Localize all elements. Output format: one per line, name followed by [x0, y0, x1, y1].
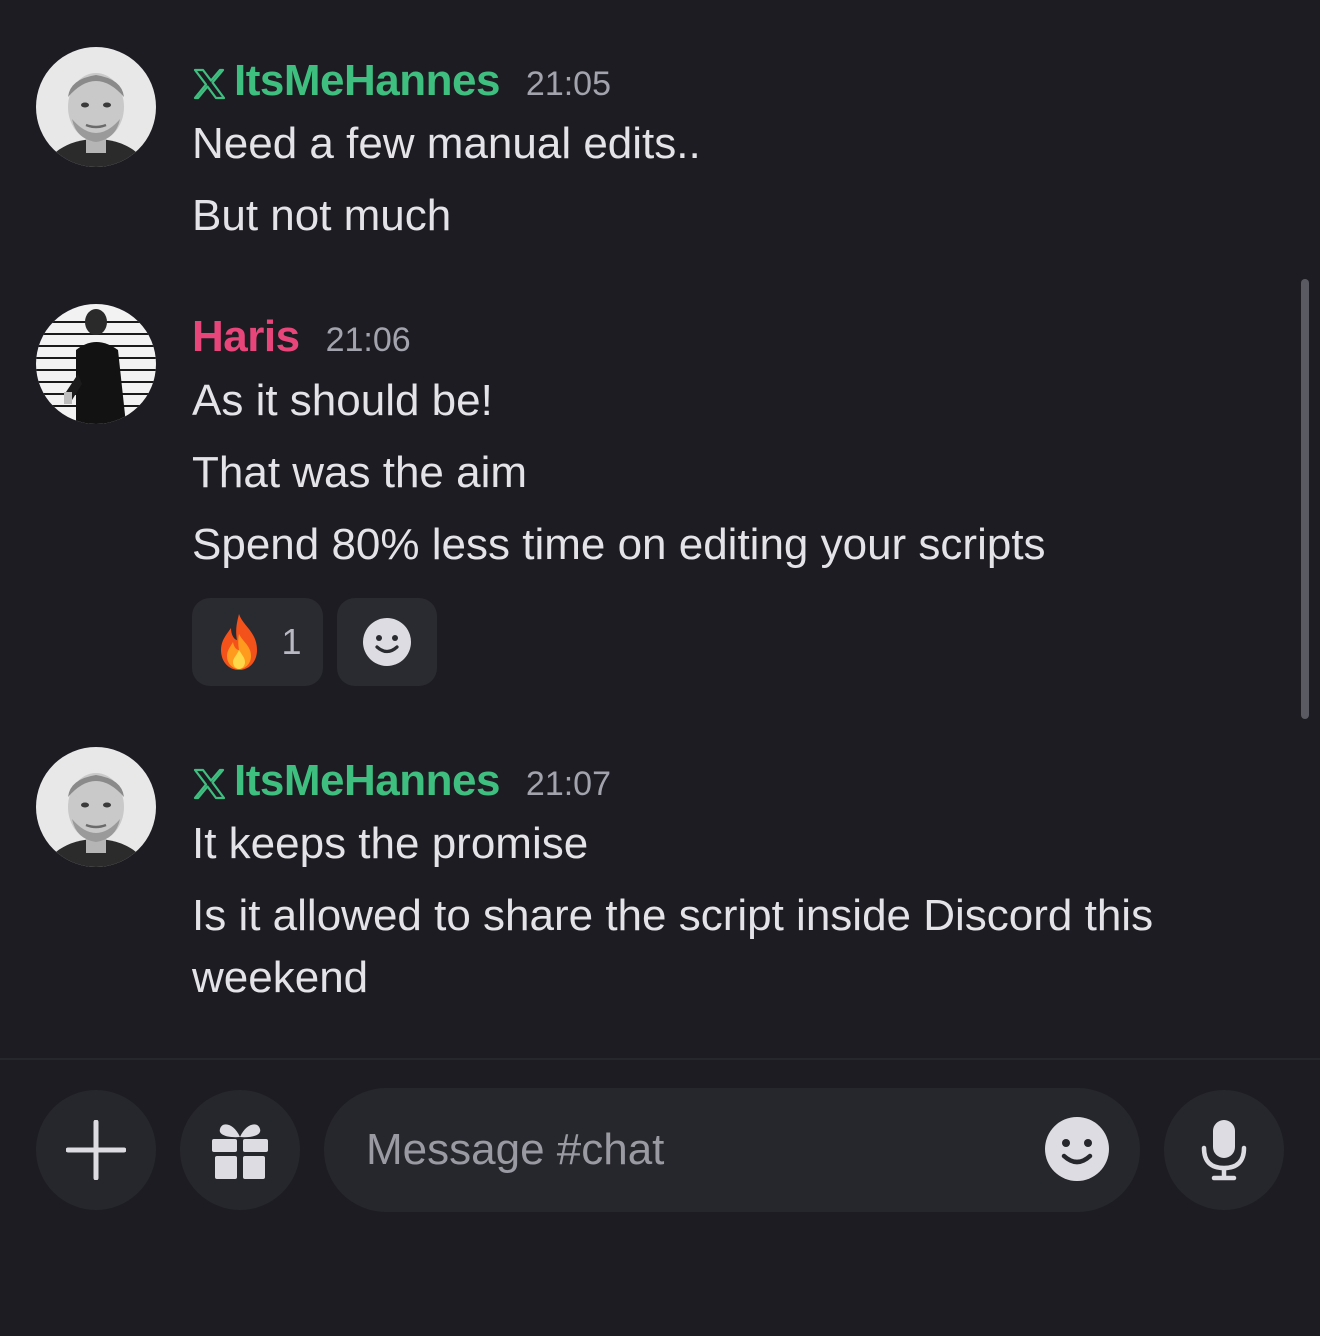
- add-reaction-icon: [363, 618, 411, 666]
- message-text: As it should be!: [192, 376, 493, 425]
- x-logo-icon: [193, 768, 226, 800]
- x-logo-icon: [193, 68, 226, 100]
- author-name[interactable]: ItsMeHannes: [234, 56, 500, 106]
- add-reaction-button[interactable]: [337, 598, 437, 686]
- fire-icon: [221, 614, 258, 670]
- gift-button[interactable]: [180, 1090, 300, 1210]
- emoji-button[interactable]: [1042, 1114, 1112, 1184]
- message-header: ItsMeHannes 21:05: [192, 56, 611, 112]
- author-name[interactable]: ItsMeHannes: [234, 756, 500, 806]
- message-input[interactable]: [366, 1088, 1006, 1212]
- message-text: Spend 80% less time on editing your scri…: [192, 520, 1046, 569]
- chat-screen: ItsMeHannes 21:05 Need a few manual edit…: [0, 0, 1320, 1336]
- message-timestamp: 21:07: [525, 765, 612, 803]
- reaction-fire[interactable]: 1: [192, 598, 323, 686]
- avatar[interactable]: [36, 47, 156, 167]
- emoji-icon: [1045, 1117, 1109, 1181]
- plus-icon: [66, 1120, 126, 1180]
- message-text: But not much: [192, 191, 452, 240]
- avatar[interactable]: [36, 304, 156, 424]
- scrollbar[interactable]: [1301, 279, 1309, 719]
- message-header: ItsMeHannes 21:07: [192, 756, 611, 812]
- voice-message-button[interactable]: [1164, 1090, 1284, 1210]
- message-text: It keeps the promise: [192, 819, 589, 868]
- message-text: That was the aim: [192, 448, 528, 497]
- composer-divider: [0, 1058, 1320, 1060]
- avatar[interactable]: [36, 747, 156, 867]
- message-text: Is it allowed to share the script inside…: [192, 891, 1154, 1002]
- message-text: Need a few manual edits..: [192, 119, 701, 168]
- message-timestamp: 21:06: [325, 321, 411, 359]
- author-name[interactable]: Haris: [192, 312, 300, 362]
- message-composer: [324, 1088, 1140, 1212]
- attach-button[interactable]: [36, 1090, 156, 1210]
- message-header: Haris 21:06: [192, 312, 411, 368]
- reaction-count: 1: [281, 621, 302, 662]
- microphone-icon: [1201, 1120, 1247, 1181]
- gift-icon: [212, 1124, 268, 1179]
- message-timestamp: 21:05: [525, 65, 612, 103]
